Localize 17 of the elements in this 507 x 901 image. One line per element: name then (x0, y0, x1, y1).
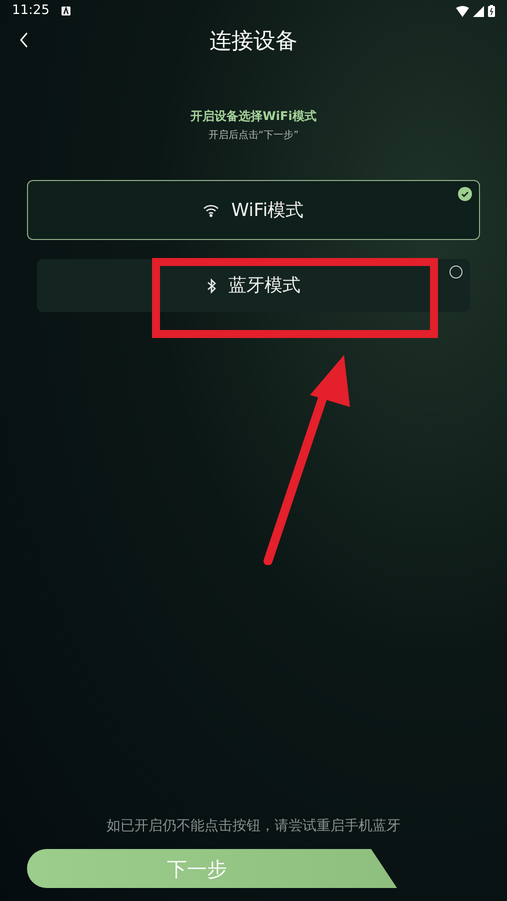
wifi-icon (203, 204, 220, 216)
page-title: 连接设备 (210, 28, 298, 56)
hint-text: 如已开启仍不能点击按钮，请尝试重启手机蓝牙 (106, 817, 400, 836)
notification-icon (61, 6, 72, 16)
mode-label: 蓝牙模式 (228, 274, 300, 298)
cell-signal-icon (473, 6, 484, 16)
bluetooth-icon (206, 278, 216, 294)
check-icon (458, 187, 472, 201)
back-icon (19, 32, 29, 48)
instruction-heading: 开启设备选择WiFi模式 (190, 108, 316, 125)
mode-label: WiFi模式 (231, 198, 304, 222)
battery-icon (488, 5, 495, 17)
status-time: 11:25 (12, 2, 50, 20)
wifi-signal-icon (456, 6, 469, 16)
instruction-subtext: 开启后点击“下一步” (208, 128, 299, 143)
radio-icon (449, 265, 463, 279)
mode-option[interactable]: WiFi模式 (27, 180, 480, 240)
